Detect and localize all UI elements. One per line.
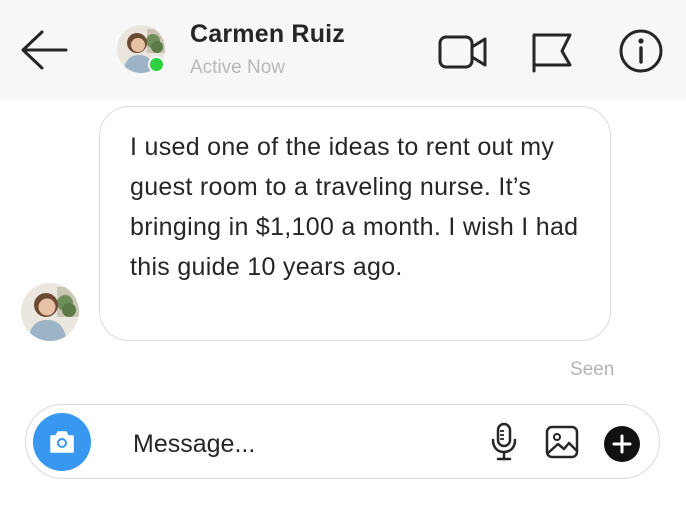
message-input[interactable] xyxy=(133,427,433,461)
back-arrow-icon xyxy=(21,30,68,70)
gallery-button[interactable] xyxy=(545,425,579,459)
message-bubble[interactable]: I used one of the ideas to rent out my g… xyxy=(99,106,611,341)
voice-message-button[interactable] xyxy=(490,422,518,462)
video-call-icon xyxy=(438,35,487,69)
message-text: I used one of the ideas to rent out my g… xyxy=(130,133,579,281)
flag-icon xyxy=(532,33,572,73)
active-status: Active Now xyxy=(190,57,286,78)
seen-receipt: Seen xyxy=(570,359,615,380)
back-button[interactable] xyxy=(18,28,70,72)
microphone-icon xyxy=(491,422,517,461)
camera-button[interactable] xyxy=(33,413,91,471)
avatar-photo xyxy=(21,283,79,341)
message-composer xyxy=(25,404,660,479)
info-icon xyxy=(619,29,663,73)
gallery-icon xyxy=(545,425,579,459)
plus-icon xyxy=(612,434,632,454)
camera-icon xyxy=(50,431,74,453)
more-options-button[interactable] xyxy=(604,426,640,462)
chat-header: Carmen Ruiz Active Now xyxy=(0,0,686,100)
report-flag-button[interactable] xyxy=(528,27,576,75)
video-call-button[interactable] xyxy=(437,27,489,75)
sender-avatar[interactable] xyxy=(21,283,79,341)
info-button[interactable] xyxy=(617,27,665,75)
contact-name[interactable]: Carmen Ruiz xyxy=(190,20,345,49)
online-indicator xyxy=(148,56,165,73)
